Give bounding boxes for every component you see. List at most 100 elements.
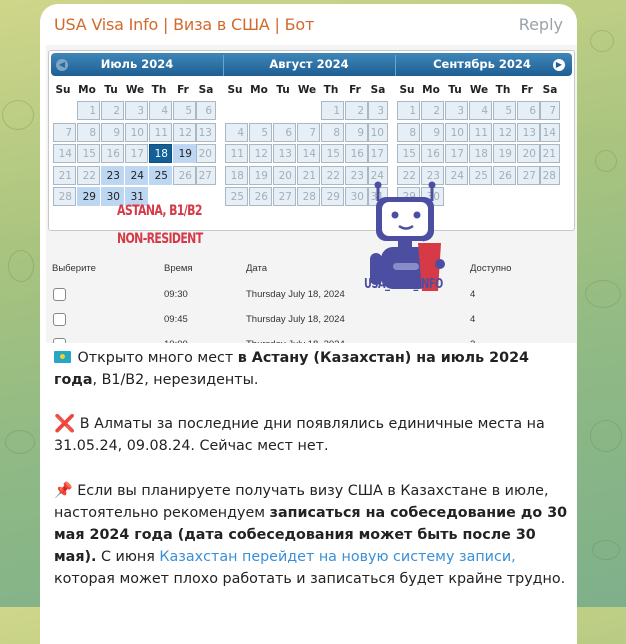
- overlay-visa-type-text: NON-RESIDENT: [117, 231, 203, 247]
- calendar-day: 15: [77, 144, 100, 163]
- table-cell-time: 09:30: [164, 289, 188, 300]
- table-cell-date: Thursday July 18, 2024: [246, 289, 345, 300]
- calendar-day: 10: [125, 122, 148, 142]
- calendar-day: 17: [445, 144, 468, 163]
- weekday-header: Tu: [276, 84, 290, 96]
- reply-button[interactable]: Reply: [519, 15, 563, 34]
- background-doodle: [590, 30, 614, 52]
- calendar-day: 26: [173, 165, 196, 185]
- paragraph-almaty: ❌ В Алматы за последние дни появлялись е…: [54, 413, 569, 457]
- calendar-day: 18: [469, 144, 492, 163]
- message-image[interactable]: ◀ Июль 2024 Август 2024 Сентябрь 2024 ▶ …: [46, 45, 577, 343]
- calendar-day: 20: [273, 165, 296, 185]
- calendar-day: 12: [493, 122, 516, 142]
- kazakhstan-flag-icon: [54, 351, 71, 363]
- weekday-header: Fr: [521, 84, 533, 96]
- calendar-day: 6: [196, 101, 216, 120]
- calendar-day[interactable]: 24: [125, 165, 148, 185]
- table-cell-available: 4: [470, 314, 476, 325]
- calendar-day: 11: [469, 122, 492, 142]
- weekday-header: We: [297, 84, 317, 96]
- background-doodle: [590, 420, 622, 452]
- calendar-day: 4: [225, 122, 248, 142]
- background-doodle: [585, 280, 621, 308]
- calendar-day: 20: [517, 144, 540, 163]
- calendar-day: 26: [493, 165, 516, 185]
- calendar-day: 26: [249, 187, 272, 206]
- calendar-day: 13: [517, 122, 540, 142]
- paragraph-astana: Открыто много мест в Астану (Казахстан) …: [54, 347, 569, 391]
- calendar-day: 3: [125, 101, 148, 120]
- calendar-day: 20: [196, 144, 216, 163]
- table-header: Дата: [246, 263, 268, 274]
- calendar-day: 15: [397, 144, 420, 163]
- calendar-day: 22: [321, 165, 344, 185]
- calendar-day: 19: [249, 165, 272, 185]
- calendar-day: 7: [297, 122, 320, 142]
- text-segment: С июня: [96, 549, 160, 565]
- calendar-day: 28: [53, 187, 76, 206]
- table-cell-date: Thursday July 18, 2024: [246, 339, 345, 343]
- slot-checkbox[interactable]: [53, 338, 66, 343]
- calendar-day: 29: [321, 187, 344, 206]
- calendar-day[interactable]: 18: [149, 144, 172, 163]
- calendar-day: 17: [368, 144, 388, 163]
- calendar-day: 9: [421, 122, 444, 142]
- calendar-day: 10: [368, 122, 388, 142]
- message-bubble: USA Visa Info | Виза в США | Бот Reply ◀…: [40, 4, 577, 644]
- calendar-day: 16: [421, 144, 444, 163]
- text-segment: , B1/B2, нерезиденты.: [92, 372, 259, 388]
- calendar-day: 4: [469, 101, 492, 120]
- weekday-header: Sa: [542, 84, 558, 96]
- robot-label: USA_VISA_INFO: [364, 276, 443, 292]
- month-title: Август 2024: [269, 57, 349, 71]
- background-doodle: [2, 100, 34, 130]
- weekday-header: We: [125, 84, 145, 96]
- calendar-day: 21: [297, 165, 320, 185]
- calendar-day: 2: [345, 101, 368, 120]
- table-header: Доступно: [470, 263, 512, 274]
- calendar-day: 27: [273, 187, 296, 206]
- calendar-day[interactable]: 23: [101, 165, 124, 185]
- calendar-day: 1: [397, 101, 420, 120]
- calendar-day: 25: [469, 165, 492, 185]
- calendar-header: ◀ Июль 2024 Август 2024 Сентябрь 2024 ▶: [51, 53, 572, 76]
- next-month-icon[interactable]: ▶: [553, 59, 565, 71]
- message-header: USA Visa Info | Виза в США | Бот Reply: [40, 4, 577, 44]
- text-segment: В Алматы за последние дни появлялись еди…: [54, 416, 545, 454]
- month-title: Сентябрь 2024: [433, 57, 531, 71]
- weekday-header: Mo: [78, 84, 96, 96]
- calendar-day[interactable]: 25: [149, 165, 172, 185]
- calendar-day: 7: [540, 101, 560, 120]
- table-cell-date: Thursday July 18, 2024: [246, 314, 345, 325]
- table-header: Время: [164, 263, 193, 274]
- slot-checkbox[interactable]: [53, 313, 66, 326]
- overlay-location-text: ASTANA, B1/B2: [117, 203, 202, 219]
- calendar-day: 1: [77, 101, 100, 120]
- calendar-day: 2: [101, 101, 124, 120]
- calendar-day: 18: [225, 165, 248, 185]
- weekday-header: Fr: [349, 84, 361, 96]
- calendar-day[interactable]: 19: [173, 144, 196, 163]
- calendar-day: 13: [273, 144, 296, 163]
- calendar-day: 21: [53, 165, 76, 185]
- calendar-day: 1: [321, 101, 344, 120]
- calendar-day[interactable]: 29: [77, 187, 100, 206]
- calendar-day: 23: [345, 165, 368, 185]
- calendar-day: 28: [297, 187, 320, 206]
- background-doodle: [592, 540, 620, 560]
- calendar-day: 12: [249, 144, 272, 163]
- table-cell-available: 2: [470, 339, 475, 343]
- calendar-day: 7: [53, 122, 76, 142]
- weekday-header: Th: [323, 84, 339, 96]
- text-segment: Открыто много мест: [73, 350, 238, 366]
- table-cell-time: 09:45: [164, 314, 188, 325]
- sender-name[interactable]: USA Visa Info | Виза в США | Бот: [54, 15, 314, 34]
- calendar-day: 14: [53, 144, 76, 163]
- new-system-link[interactable]: Казахстан перейдет на новую систему запи…: [159, 549, 515, 565]
- weekday-header: Fr: [177, 84, 189, 96]
- weekday-header: Th: [151, 84, 167, 96]
- calendar-day: 6: [273, 122, 296, 142]
- slot-checkbox[interactable]: [53, 288, 66, 301]
- calendar-day: 27: [196, 165, 216, 185]
